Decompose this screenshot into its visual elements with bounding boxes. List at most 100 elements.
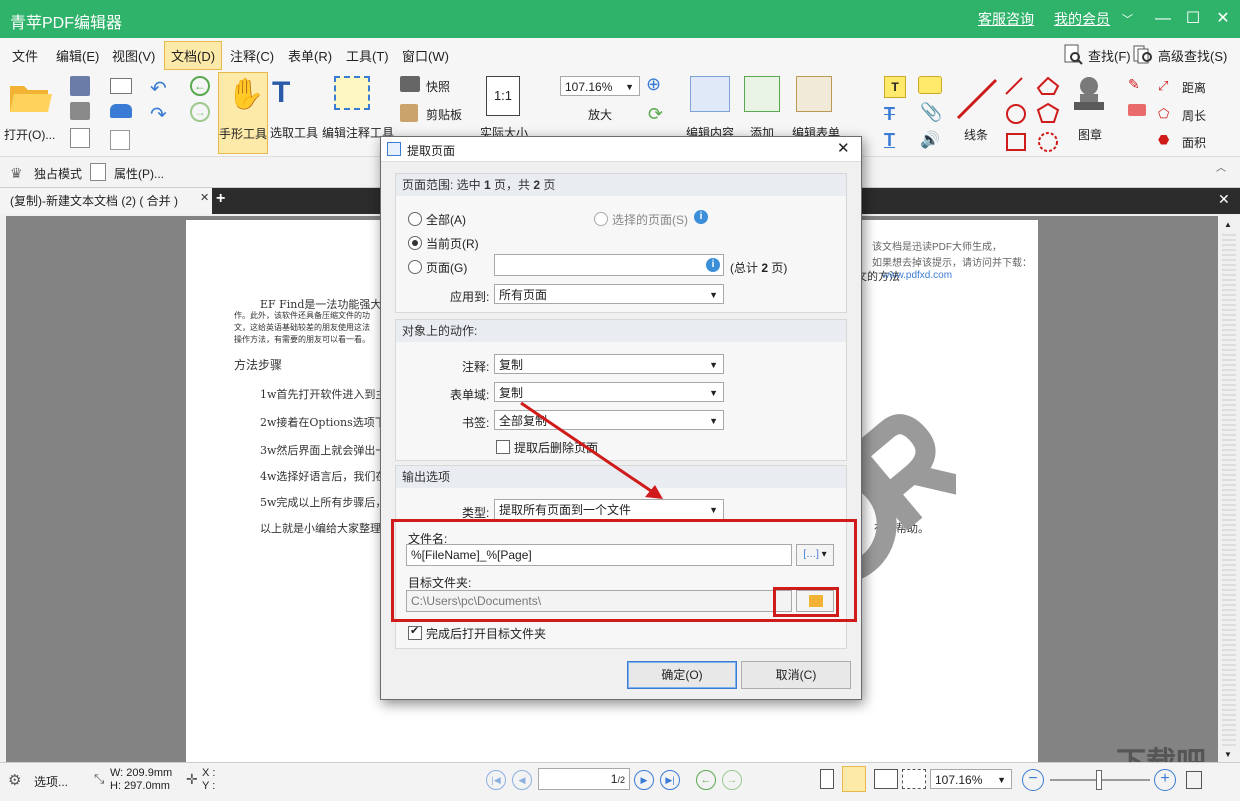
- radio-current-page[interactable]: [408, 236, 422, 250]
- radio-all[interactable]: [408, 212, 422, 226]
- radio-pages[interactable]: [408, 260, 422, 274]
- select-tool-button[interactable]: 选取工具: [270, 124, 318, 141]
- two-page-continuous-icon[interactable]: [902, 769, 926, 789]
- support-link[interactable]: 客服咨询: [978, 9, 1034, 29]
- open-after-label[interactable]: 完成后打开目标文件夹: [426, 625, 546, 642]
- document-tab-label: (复制)-新建文本文档 (2) ( 合并 ): [10, 194, 178, 208]
- pages-info-icon[interactable]: i: [706, 258, 720, 272]
- collapse-ribbon-icon[interactable]: ︿: [1216, 159, 1226, 174]
- undo-icon[interactable]: ↶: [150, 76, 167, 101]
- distance-button[interactable]: 距离: [1182, 79, 1206, 96]
- back-icon[interactable]: ←: [190, 76, 210, 96]
- email-icon[interactable]: [110, 78, 132, 94]
- typewriter-icon[interactable]: T: [884, 76, 906, 98]
- history-back-icon[interactable]: ←: [696, 770, 716, 790]
- status-zoom-combo[interactable]: 107.16% ▼: [930, 769, 1012, 789]
- perimeter-button[interactable]: 周长: [1182, 107, 1206, 124]
- pencil-icon[interactable]: ✎: [1128, 76, 1140, 93]
- last-page-icon[interactable]: ▶|: [660, 770, 680, 790]
- cancel-button[interactable]: 取消(C): [741, 661, 851, 689]
- save-icon[interactable]: [70, 76, 90, 96]
- dialog-close-icon[interactable]: ✕: [837, 139, 850, 157]
- section-heading: 方法步骤: [234, 358, 283, 372]
- ok-button[interactable]: 确定(O): [627, 661, 737, 689]
- apply-to-combo[interactable]: 所有页面 ▼: [494, 284, 724, 304]
- chevron-down-icon[interactable]: ﹀: [1122, 11, 1133, 27]
- open-button[interactable]: 打开(O)...: [4, 126, 55, 143]
- range-selected-count: 1: [484, 178, 491, 192]
- exclusive-mode-button[interactable]: 独占模式: [34, 165, 82, 182]
- cloud-icon[interactable]: [110, 104, 132, 118]
- find-button[interactable]: 查找(F): [1088, 46, 1131, 65]
- rotate-icon[interactable]: ⟳: [648, 104, 663, 125]
- delete-after-checkbox[interactable]: [496, 440, 510, 454]
- hand-tool-button[interactable]: ✋ 手形工具: [218, 72, 268, 154]
- stamp-button[interactable]: 图章: [1078, 126, 1102, 143]
- print-icon[interactable]: [70, 102, 90, 120]
- scroll-up-icon[interactable]: ▲: [1224, 220, 1232, 229]
- member-link[interactable]: 我的会员: [1054, 9, 1110, 29]
- radio-current-page-label[interactable]: 当前页(R): [426, 235, 479, 252]
- single-page-icon[interactable]: [820, 769, 834, 789]
- next-page-icon[interactable]: ▶: [634, 770, 654, 790]
- menu-form[interactable]: 表单(R): [288, 46, 332, 65]
- close-tab-icon[interactable]: ✕: [200, 191, 209, 204]
- scroll-track[interactable]: [1222, 234, 1236, 748]
- export-icon[interactable]: [70, 128, 90, 148]
- redo-icon[interactable]: ↷: [150, 102, 167, 127]
- new-document-icon[interactable]: [110, 130, 130, 150]
- maximize-button[interactable]: ☐: [1178, 6, 1208, 32]
- pages-input[interactable]: [494, 254, 724, 276]
- first-page-icon[interactable]: |◀: [486, 770, 506, 790]
- new-tab-icon[interactable]: +: [216, 190, 225, 208]
- forward-icon[interactable]: →: [190, 102, 210, 122]
- vertical-scrollbar[interactable]: ▲ ▼: [1218, 216, 1240, 762]
- eraser-icon[interactable]: [1128, 104, 1146, 116]
- page-number-input[interactable]: 1/2: [538, 768, 630, 790]
- zoom-in-icon[interactable]: ⊕: [646, 74, 661, 95]
- zoom-in-status-icon[interactable]: +: [1154, 769, 1176, 791]
- menu-edit[interactable]: 编辑(E): [56, 46, 99, 65]
- history-forward-icon[interactable]: →: [722, 770, 742, 790]
- zoom-combo[interactable]: 107.16% ▼: [560, 76, 640, 96]
- perimeter-icon: ⬠: [1158, 106, 1170, 121]
- minimize-button[interactable]: —: [1148, 6, 1178, 32]
- options-button[interactable]: 选项...: [34, 773, 68, 790]
- zoom-slider-thumb[interactable]: [1096, 770, 1102, 790]
- open-after-checkbox[interactable]: ✔: [408, 625, 422, 640]
- annotation-combo[interactable]: 复制 ▼: [494, 354, 724, 374]
- menu-document[interactable]: 文档(D): [164, 41, 223, 70]
- scroll-down-icon[interactable]: ▼: [1224, 750, 1232, 759]
- underline-icon[interactable]: T: [884, 130, 895, 151]
- fit-page-icon[interactable]: [1186, 771, 1202, 789]
- strikeout-icon[interactable]: T: [884, 104, 895, 125]
- menu-tools[interactable]: 工具(T): [346, 46, 389, 65]
- note-icon[interactable]: [918, 76, 942, 94]
- line-tool-button[interactable]: 线条: [964, 126, 988, 143]
- attach-icon[interactable]: 📎: [920, 102, 942, 123]
- menu-file[interactable]: 文件: [12, 46, 38, 65]
- continuous-page-icon[interactable]: [842, 766, 866, 792]
- advanced-find-button[interactable]: 高级查找(S): [1158, 46, 1227, 65]
- close-all-tabs-icon[interactable]: ✕: [1218, 191, 1230, 208]
- menu-view[interactable]: 视图(V): [112, 46, 155, 65]
- prev-page-icon[interactable]: ◀: [512, 770, 532, 790]
- zoom-in-label[interactable]: 放大: [588, 106, 612, 123]
- radio-all-label[interactable]: 全部(A): [426, 211, 466, 228]
- properties-button[interactable]: 属性(P)...: [114, 165, 164, 182]
- two-page-icon[interactable]: [874, 769, 898, 789]
- snapshot-button[interactable]: 快照: [426, 78, 450, 95]
- clipboard-button[interactable]: 剪贴板: [426, 106, 462, 123]
- sound-icon[interactable]: 🔊: [920, 130, 940, 150]
- menu-window[interactable]: 窗口(W): [402, 46, 449, 65]
- close-window-button[interactable]: ✕: [1208, 6, 1238, 32]
- cursor-y: Y :: [202, 780, 216, 792]
- zoom-out-icon[interactable]: −: [1022, 769, 1044, 791]
- document-tab[interactable]: (复制)-新建文本文档 (2) ( 合并 ): [0, 188, 212, 214]
- menu-annotation[interactable]: 注释(C): [230, 46, 274, 65]
- header-note-line-2: 如果想去掉该提示，请访问并下载：: [872, 258, 1032, 269]
- radio-pages-label[interactable]: 页面(G): [426, 259, 467, 276]
- dialog-title: 提取页面: [407, 144, 456, 158]
- area-button[interactable]: 面积: [1182, 134, 1206, 151]
- step-1: 1w首先打开软件进入到主: [260, 388, 387, 401]
